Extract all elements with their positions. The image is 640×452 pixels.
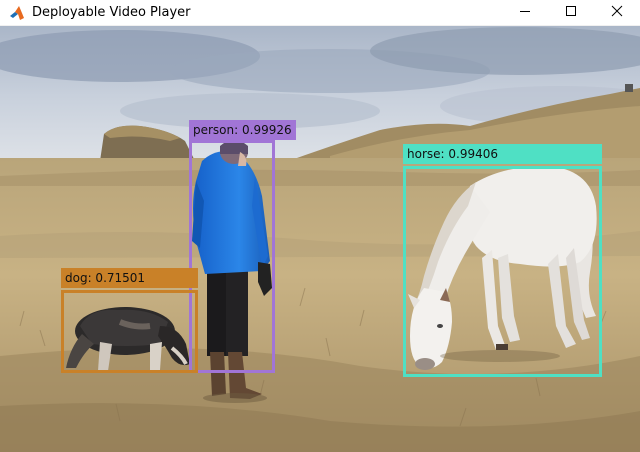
maximize-button[interactable] [548,0,594,25]
close-icon [611,4,623,22]
detection-box-dog [61,290,198,373]
window-controls [502,0,640,25]
detection-label-dog: dog: 0.71501 [61,268,198,288]
title-bar: Deployable Video Player [0,0,640,25]
detection-box-person [189,140,275,373]
video-player-window: Deployable Video Player person: 0.99926 … [0,0,640,452]
maximize-icon [565,4,577,22]
detection-box-horse [403,166,602,377]
minimize-button[interactable] [502,0,548,25]
detection-label-person: person: 0.99926 [189,120,296,140]
close-button[interactable] [594,0,640,25]
minimize-icon [519,4,531,22]
window-title: Deployable Video Player [32,5,191,20]
matlab-logo-icon [8,4,26,22]
detection-label-horse: horse: 0.99406 [403,144,602,164]
video-frame: person: 0.99926 dog: 0.71501 horse: 0.99… [0,26,640,452]
